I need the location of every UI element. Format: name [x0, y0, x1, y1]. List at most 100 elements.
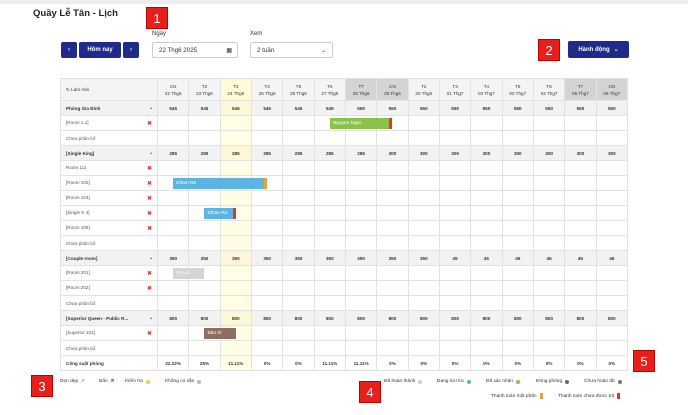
room-day-cell[interactable] — [250, 160, 284, 176]
room-day-cell[interactable] — [219, 130, 252, 146]
room-day-cell[interactable] — [219, 235, 252, 251]
room-day-cell[interactable] — [501, 205, 534, 221]
room-day-cell[interactable] — [188, 340, 221, 356]
room-day-cell[interactable] — [564, 325, 597, 341]
room-row[interactable]: [Superior 101] ✖ — [60, 325, 158, 341]
room-day-cell[interactable] — [344, 205, 378, 221]
room-day-cell[interactable] — [376, 220, 409, 236]
room-day-cell[interactable] — [313, 280, 346, 296]
room-day-cell[interactable] — [438, 160, 472, 176]
room-day-cell[interactable] — [250, 205, 284, 221]
room-day-cell[interactable] — [470, 325, 503, 341]
room-day-cell[interactable] — [595, 295, 629, 311]
room-day-cell[interactable] — [313, 235, 346, 251]
room-day-cell[interactable] — [156, 220, 190, 236]
room-day-cell[interactable] — [156, 280, 190, 296]
booking-bar[interactable]: Ethan Re — [204, 207, 236, 219]
room-type-row[interactable]: [Superior Queen - Public R... • — [60, 310, 158, 326]
room-row[interactable]: Chưa phân bổ — [60, 295, 158, 311]
room-day-cell[interactable] — [407, 265, 440, 281]
room-day-cell[interactable] — [595, 190, 629, 206]
room-day-cell[interactable] — [501, 280, 534, 296]
room-day-cell[interactable] — [376, 205, 409, 221]
room-day-cell[interactable] — [438, 280, 472, 296]
room-day-cell[interactable] — [219, 220, 252, 236]
room-day-cell[interactable] — [376, 325, 409, 341]
room-row[interactable]: [Room 1.1] ✖ — [60, 115, 158, 131]
room-day-cell[interactable] — [282, 280, 315, 296]
room-day-cell[interactable] — [470, 340, 503, 356]
room-day-cell[interactable] — [470, 265, 503, 281]
room-day-cell[interactable] — [595, 115, 629, 131]
room-day-cell[interactable] — [438, 340, 472, 356]
room-day-cell[interactable] — [564, 160, 597, 176]
room-day-cell[interactable] — [188, 115, 221, 131]
room-day-cell[interactable] — [595, 130, 629, 146]
room-day-cell[interactable] — [532, 235, 566, 251]
room-day-cell[interactable] — [564, 115, 597, 131]
room-row[interactable]: [Room 105] ✖ — [60, 220, 158, 236]
room-day-cell[interactable] — [156, 115, 190, 131]
room-day-cell[interactable] — [282, 130, 315, 146]
room-day-cell[interactable] — [595, 205, 629, 221]
room-type-row[interactable]: [Couple room] • — [60, 250, 158, 266]
room-day-cell[interactable] — [470, 190, 503, 206]
room-day-cell[interactable] — [501, 175, 534, 191]
room-day-cell[interactable] — [188, 130, 221, 146]
room-day-cell[interactable] — [376, 130, 409, 146]
room-day-cell[interactable] — [282, 115, 315, 131]
room-day-cell[interactable] — [501, 295, 534, 311]
room-day-cell[interactable] — [376, 190, 409, 206]
room-day-cell[interactable] — [564, 190, 597, 206]
room-day-cell[interactable] — [376, 265, 409, 281]
room-day-cell[interactable] — [282, 340, 315, 356]
room-day-cell[interactable] — [219, 340, 252, 356]
room-day-cell[interactable] — [250, 325, 284, 341]
room-day-cell[interactable] — [156, 325, 190, 341]
room-day-cell[interactable] — [407, 220, 440, 236]
room-day-cell[interactable] — [156, 235, 190, 251]
room-day-cell[interactable] — [501, 235, 534, 251]
room-day-cell[interactable] — [407, 160, 440, 176]
room-day-cell[interactable] — [313, 220, 346, 236]
room-day-cell[interactable] — [564, 205, 597, 221]
room-day-cell[interactable] — [156, 130, 190, 146]
room-day-cell[interactable] — [313, 160, 346, 176]
room-day-cell[interactable] — [407, 190, 440, 206]
room-day-cell[interactable] — [282, 160, 315, 176]
next-button[interactable]: › — [123, 42, 139, 58]
room-day-cell[interactable] — [188, 220, 221, 236]
room-row[interactable]: [Room 102] ✖ — [60, 175, 158, 191]
room-day-cell[interactable] — [282, 175, 315, 191]
room-day-cell[interactable] — [156, 190, 190, 206]
room-day-cell[interactable] — [282, 220, 315, 236]
room-day-cell[interactable] — [407, 280, 440, 296]
room-type-row[interactable]: [Single King] • — [60, 145, 158, 161]
room-day-cell[interactable] — [438, 265, 472, 281]
booking-bar[interactable]: Ethan Re — [173, 177, 268, 189]
room-day-cell[interactable] — [595, 220, 629, 236]
room-row[interactable]: Chưa phân bổ — [60, 235, 158, 251]
room-day-cell[interactable] — [250, 340, 284, 356]
room-day-cell[interactable] — [532, 340, 566, 356]
room-day-cell[interactable] — [470, 235, 503, 251]
room-day-cell[interactable] — [438, 220, 472, 236]
room-day-cell[interactable] — [564, 220, 597, 236]
room-row[interactable]: [Room 103] ✖ — [60, 190, 158, 206]
room-day-cell[interactable] — [438, 325, 472, 341]
room-day-cell[interactable] — [595, 175, 629, 191]
room-day-cell[interactable] — [532, 115, 566, 131]
room-day-cell[interactable] — [313, 130, 346, 146]
room-day-cell[interactable] — [501, 265, 534, 281]
room-day-cell[interactable] — [532, 190, 566, 206]
room-day-cell[interactable] — [532, 160, 566, 176]
room-day-cell[interactable] — [438, 205, 472, 221]
room-day-cell[interactable] — [313, 190, 346, 206]
room-day-cell[interactable] — [250, 130, 284, 146]
room-day-cell[interactable] — [564, 175, 597, 191]
room-day-cell[interactable] — [595, 265, 629, 281]
room-day-cell[interactable] — [250, 265, 284, 281]
room-day-cell[interactable] — [188, 295, 221, 311]
room-day-cell[interactable] — [250, 115, 284, 131]
room-day-cell[interactable] — [376, 175, 409, 191]
